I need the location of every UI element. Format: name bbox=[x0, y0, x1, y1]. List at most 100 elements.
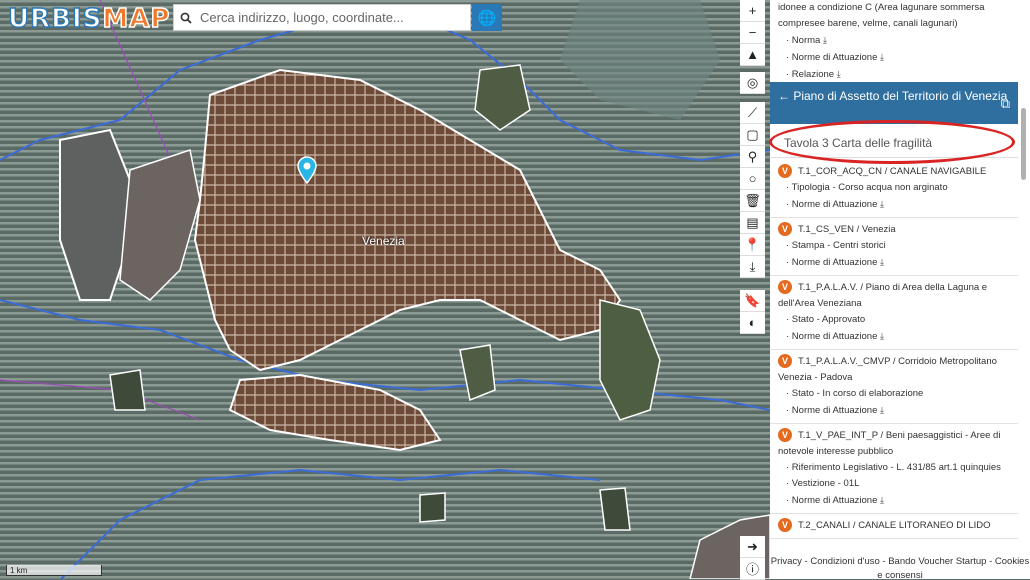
download-icon: ⤓ bbox=[836, 69, 841, 79]
download-icon: ⤓ bbox=[749, 258, 756, 274]
globe-button[interactable]: 🌐 bbox=[472, 4, 502, 31]
item-line: · Vestizione - 01L bbox=[786, 478, 860, 489]
item-link[interactable]: · Norme di Attuazione ⤓ bbox=[778, 492, 1010, 509]
item-title: T.2_CANALI / CANALE LITORANEO DI LIDO bbox=[798, 520, 991, 531]
item-link-label: · Norme di Attuazione bbox=[786, 331, 878, 342]
draw-circle-button[interactable]: ○ bbox=[740, 168, 765, 190]
zoom-controls: + − ▲ bbox=[740, 0, 765, 66]
item-link-label: · Norme di Attuazione bbox=[786, 495, 878, 506]
search-input[interactable] bbox=[198, 9, 470, 26]
top-block: idonee a condizione C (Area lagunare som… bbox=[770, 0, 1030, 83]
item-line: · Stampa - Centri storici bbox=[786, 240, 886, 251]
layers-icon: ▤ bbox=[746, 214, 759, 230]
delete-button[interactable]: 🗑 bbox=[740, 190, 765, 212]
urbismap-logo[interactable]: URBISMAP bbox=[7, 3, 171, 35]
top-item-label: · Norme di Attuazione bbox=[786, 52, 878, 63]
logo-text-b: MAP bbox=[102, 3, 171, 35]
panel-scrollbar[interactable] bbox=[1021, 108, 1026, 180]
info-panel: idonee a condizione C (Area lagunare som… bbox=[770, 0, 1030, 579]
list-item[interactable]: V T.1_P.A.L.A.V._CMVP / Corridoio Metropo… bbox=[770, 350, 1018, 424]
item-line: · Stato - Approvato bbox=[786, 314, 866, 325]
list-item[interactable]: V T.2_CANALI / CANALE LITORANEO DI LIDO bbox=[770, 514, 1018, 539]
item-title: T.1_P.A.L.A.V. / Piano di Area della Lag… bbox=[778, 282, 988, 309]
top-item[interactable]: · Relazione ⤓ bbox=[778, 66, 1018, 83]
basemap-button[interactable]: ◐ bbox=[740, 312, 765, 334]
item-link[interactable]: · Norme di Attuazione ⤓ bbox=[778, 254, 1010, 271]
item-line: · Stato - In corso di elaborazione bbox=[786, 388, 924, 399]
arrow-right-icon: ➜ bbox=[747, 538, 758, 554]
list-item[interactable]: V T.1_V_PAE_INT_P / Beni paesaggistici - … bbox=[770, 424, 1018, 514]
location-pin-icon[interactable] bbox=[296, 156, 318, 189]
top-item[interactable]: · Norme di Attuazione ⤓ bbox=[778, 49, 1018, 66]
download-icon: ⤓ bbox=[880, 495, 884, 505]
v-badge: V bbox=[778, 280, 792, 294]
layers-button[interactable]: ▤ bbox=[740, 212, 765, 234]
trash-icon: 🗑 bbox=[744, 192, 761, 208]
bottom-tools: ➜ ⓘ bbox=[740, 536, 765, 580]
compass-icon: ▲ bbox=[746, 47, 759, 62]
measure-area-button[interactable]: ▢ bbox=[740, 124, 765, 146]
download-icon: ⤓ bbox=[880, 52, 884, 62]
plus-icon: + bbox=[748, 3, 757, 18]
bookmark-button[interactable]: 🔖 bbox=[740, 290, 765, 312]
bookmark-icon: 🔖 bbox=[744, 292, 761, 308]
scale-bar: 1 km bbox=[6, 565, 102, 576]
external-link-icon[interactable]: ⧉ bbox=[1001, 96, 1010, 112]
item-title: T.1_COR_ACQ_CN / CANALE NAVIGABILE bbox=[798, 166, 987, 177]
map-canvas[interactable] bbox=[0, 0, 770, 579]
locate-button[interactable]: ◎ bbox=[740, 72, 765, 94]
list-item[interactable]: V T.1_CS_VEN / Venezia · Stampa - Centri … bbox=[770, 218, 1018, 276]
locate-controls: ◎ bbox=[740, 72, 765, 94]
polygon-icon: ▢ bbox=[746, 126, 759, 142]
item-link[interactable]: · Norme di Attuazione ⤓ bbox=[778, 328, 1010, 345]
info-icon: ⓘ bbox=[745, 562, 759, 577]
globe-small-icon: ◐ bbox=[748, 315, 757, 330]
zoom-in-button[interactable]: + bbox=[740, 0, 765, 22]
panel-header-title: ← Piano di Assetto del Territorio di Ven… bbox=[778, 89, 1008, 103]
zoom-out-button[interactable]: − bbox=[740, 22, 765, 44]
place-label: Venezia bbox=[362, 234, 405, 248]
item-link-label: · Norme di Attuazione bbox=[786, 405, 878, 416]
map-layer bbox=[0, 0, 770, 579]
layer-list: V T.1_COR_ACQ_CN / CANALE NAVIGABILE · Ti… bbox=[770, 160, 1018, 539]
logo-text-a: URBIS bbox=[7, 3, 103, 35]
draw-tools: ⟋ ▢ ⚲ ○ 🗑 ▤ 📍 ⤓ bbox=[740, 102, 765, 278]
top-item-label: · Relazione bbox=[786, 69, 835, 80]
search-icon bbox=[174, 12, 198, 24]
v-badge: V bbox=[778, 164, 792, 178]
download-icon: ⤓ bbox=[880, 331, 884, 341]
crosshair-icon: ◎ bbox=[746, 74, 759, 90]
ruler-icon: ⟋ bbox=[747, 104, 758, 120]
pin-icon: 📍 bbox=[744, 236, 761, 252]
top-item-label: · Norma bbox=[786, 35, 821, 46]
item-link[interactable]: · Norme di Attuazione ⤓ bbox=[778, 196, 1010, 213]
top-item[interactable]: · Norma ⤓ bbox=[778, 32, 1018, 49]
minus-icon: − bbox=[748, 25, 757, 40]
pin-button[interactable]: 📍 bbox=[740, 234, 765, 256]
search-bar bbox=[173, 4, 471, 31]
list-item[interactable]: V T.1_P.A.L.A.V. / Piano di Area della La… bbox=[770, 276, 1018, 350]
download-icon: ⤓ bbox=[880, 257, 884, 267]
globe-icon: 🌐 bbox=[477, 9, 497, 27]
item-line: · Tipologia - Corso acqua non arginato bbox=[786, 182, 948, 193]
top-text: idonee a condizione C (Area lagunare som… bbox=[778, 2, 985, 29]
list-item[interactable]: V T.1_COR_ACQ_CN / CANALE NAVIGABILE · Ti… bbox=[770, 160, 1018, 218]
expand-panel-button[interactable]: ➜ bbox=[740, 536, 765, 558]
panel-header[interactable]: ← Piano di Assetto del Territorio di Ven… bbox=[770, 82, 1018, 124]
download-icon: ⤓ bbox=[822, 35, 827, 45]
info-button[interactable]: ⓘ bbox=[740, 558, 765, 580]
footer-links[interactable]: Privacy - Condizioni d'uso - Bando Vouch… bbox=[770, 555, 1030, 579]
download-icon: ⤓ bbox=[880, 405, 884, 415]
item-title: T.1_CS_VEN / Venezia bbox=[798, 224, 896, 235]
item-link-label: · Norme di Attuazione bbox=[786, 257, 878, 268]
item-line: · Riferimento Legislativo - L. 431/85 ar… bbox=[786, 462, 1001, 473]
item-title: T.1_V_PAE_INT_P / Beni paesaggistici - A… bbox=[778, 430, 1001, 457]
highlight-annotation bbox=[769, 120, 1015, 164]
compass-button[interactable]: ▲ bbox=[740, 44, 765, 66]
draw-marker-button[interactable]: ⚲ bbox=[740, 146, 765, 168]
measure-line-button[interactable]: ⟋ bbox=[740, 102, 765, 124]
marker-icon: ⚲ bbox=[747, 148, 758, 164]
item-link[interactable]: · Norme di Attuazione ⤓ bbox=[778, 402, 1010, 419]
v-badge: V bbox=[778, 222, 792, 236]
download-button[interactable]: ⤓ bbox=[740, 256, 765, 278]
